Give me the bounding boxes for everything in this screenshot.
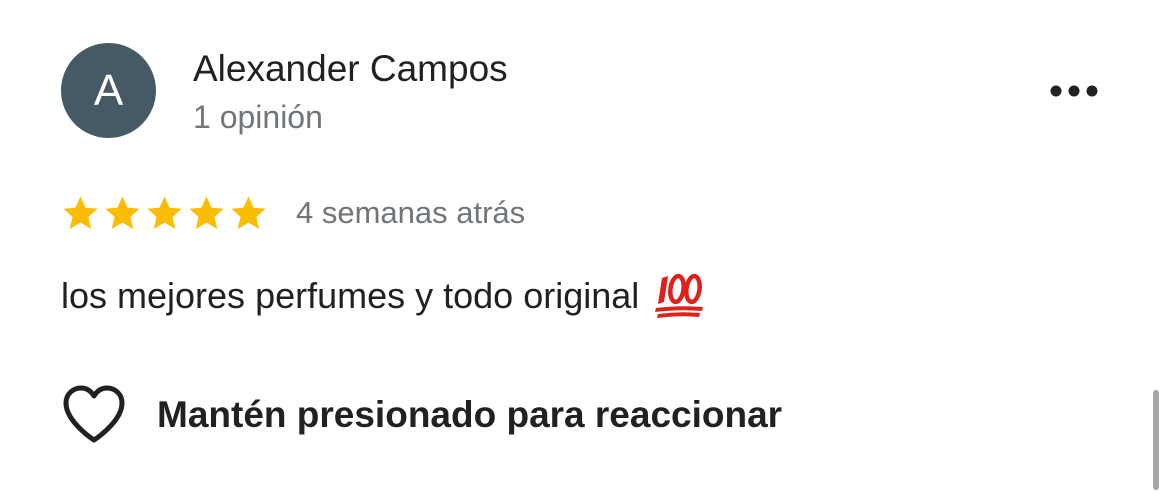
star-icon xyxy=(147,195,182,229)
review-card: A Alexander Campos 1 opinión 4 semanas a… xyxy=(0,0,1170,503)
heart-outline-icon xyxy=(63,385,125,443)
more-options-button[interactable] xyxy=(1040,72,1108,110)
react-label: Mantén presionado para reaccionar xyxy=(157,394,783,435)
avatar-initial: A xyxy=(93,65,124,115)
react-button[interactable]: Mantén presionado para reaccionar xyxy=(61,384,782,446)
scrollbar[interactable] xyxy=(1153,390,1159,490)
avatar[interactable]: A xyxy=(61,43,156,138)
review-date: 4 semanas atrás xyxy=(296,195,526,230)
star-icon xyxy=(231,195,266,229)
star-icon xyxy=(189,195,224,229)
author-info: Alexander Campos 1 opinión xyxy=(193,46,508,139)
star-icon xyxy=(63,195,98,229)
rating-row: 4 semanas atrás xyxy=(61,190,525,236)
more-horizontal-icon xyxy=(1050,85,1098,97)
review-text: los mejores perfumes y todo original xyxy=(61,275,640,316)
author-review-count: 1 opinión xyxy=(193,99,323,135)
star-rating xyxy=(61,194,268,233)
review-body: los mejores perfumes y todo original xyxy=(61,272,705,320)
star-icon xyxy=(105,195,140,229)
author-name[interactable]: Alexander Campos xyxy=(193,46,508,92)
hundred-points-emoji xyxy=(655,273,704,318)
